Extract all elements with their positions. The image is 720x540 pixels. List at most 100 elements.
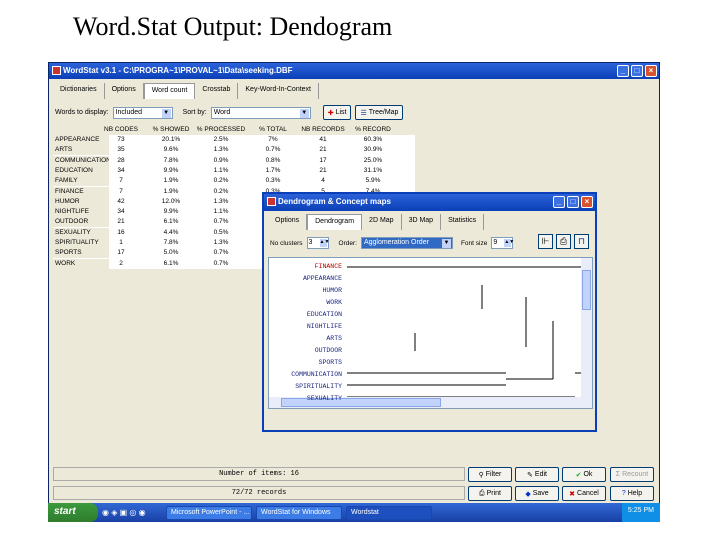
dendrogram-label: NIGHTLIFE bbox=[306, 323, 342, 330]
dendrogram-label: SPIRITUALITY bbox=[295, 383, 342, 390]
minimize-button[interactable]: _ bbox=[617, 65, 629, 77]
table-row[interactable]: EDUCATION 34 9.9% 1.1% 1.7% 21 31.1% bbox=[53, 165, 415, 176]
dendrogram-label: HUMOR bbox=[322, 287, 342, 294]
table-row[interactable]: ARTS 35 9.6% 1.3% 0.7% 21 30.9% bbox=[53, 145, 415, 156]
table-cell: 9.9% bbox=[163, 208, 179, 216]
window-title: WordStat v3.1 - C:\PROGRA~1\PROVAL~1\Dat… bbox=[63, 66, 293, 75]
tab-options[interactable]: Options bbox=[105, 83, 144, 99]
column-header[interactable]: % TOTAL bbox=[248, 125, 298, 135]
cancel-button[interactable]: ✖ Cancel bbox=[562, 486, 606, 501]
maximize-button[interactable]: □ bbox=[567, 196, 579, 208]
treemap-label: Tree/Map bbox=[368, 109, 399, 116]
table-cell: 2.5% bbox=[213, 136, 229, 143]
table-cell: 17 bbox=[117, 249, 125, 257]
column-header[interactable]: NB RECORDS bbox=[298, 125, 348, 135]
table-cell: 31.1% bbox=[363, 166, 383, 174]
quick-launch-icons[interactable]: ◉ ◈ ▣ ◎ ◉ bbox=[102, 508, 162, 517]
table-header: NB CODES% SHOWED% PROCESSED% TOTAL NB REC… bbox=[53, 125, 415, 135]
table-row[interactable]: FAMILY 7 1.9% 0.2% 0.3% 4 5.9% bbox=[53, 176, 415, 187]
words-select[interactable]: Included ▼ bbox=[112, 106, 173, 119]
dendrogram-icon[interactable]: ⊓ bbox=[574, 234, 589, 249]
table-cell: 2 bbox=[119, 259, 123, 267]
vertical-scrollbar[interactable] bbox=[581, 258, 592, 398]
list-button[interactable]: ✚ List bbox=[322, 105, 352, 120]
table-cell: 7% bbox=[268, 136, 278, 143]
list-label: List bbox=[335, 109, 347, 116]
table-cell: 0.2% bbox=[213, 177, 229, 185]
dendrogram-label: APPEARANCE bbox=[302, 275, 342, 282]
dendrogram-label: WORK bbox=[326, 299, 342, 306]
table-cell: 1.3% bbox=[213, 239, 229, 246]
column-header[interactable]: NB CODES bbox=[96, 125, 146, 135]
ok-label: Ok bbox=[583, 471, 593, 478]
dendrogram-label: ARTS bbox=[326, 335, 342, 342]
order-select[interactable]: Agglomeration Order ▼ bbox=[360, 237, 453, 249]
start-button[interactable]: start bbox=[48, 503, 98, 522]
maximize-button[interactable]: □ bbox=[631, 65, 643, 77]
table-row[interactable]: COMMUNICATION 28 7.8% 0.9% 0.8% 17 25.0% bbox=[53, 155, 415, 166]
clock: 5:25 PM bbox=[621, 503, 660, 522]
ok-button[interactable]: ✔ Ok bbox=[562, 467, 606, 482]
slide-title: Word.Stat Output: Dendogram bbox=[73, 12, 393, 41]
table-cell: 5.9% bbox=[365, 177, 381, 185]
help-button[interactable]: ? Help bbox=[610, 486, 654, 501]
table-cell: 25.0% bbox=[363, 156, 383, 164]
chevron-down-icon: ▼ bbox=[299, 108, 309, 118]
sort-label: Sort by: bbox=[182, 109, 207, 116]
table-cell: 1.3% bbox=[213, 146, 229, 154]
printer-icon: ⎙ bbox=[478, 489, 485, 497]
table-cell: 0.9% bbox=[213, 156, 229, 164]
edit-label: Edit bbox=[534, 471, 547, 478]
words-value: Included bbox=[115, 108, 143, 116]
check-icon: ✔ bbox=[575, 471, 582, 479]
font-size-stepper[interactable]: 9 ▲▼ bbox=[491, 237, 514, 249]
x-icon: ✖ bbox=[569, 490, 576, 498]
minimize-button[interactable]: _ bbox=[553, 196, 565, 208]
table-row[interactable]: APPEARANCE 73 20.1% 2.5% 7% 41 60.3% bbox=[53, 135, 415, 145]
font-size-label: Font size bbox=[460, 239, 488, 247]
close-button[interactable]: × bbox=[581, 196, 593, 208]
column-header[interactable]: % SHOWED bbox=[146, 125, 196, 135]
clusters-label: No clusters bbox=[270, 239, 303, 247]
tab-2d-map[interactable]: 2D Map bbox=[362, 214, 402, 230]
recount-button[interactable]: Σ Recount bbox=[610, 467, 654, 482]
dendrogram-label: FINANCE bbox=[314, 263, 342, 270]
tab-crosstab[interactable]: Crosstab bbox=[195, 83, 239, 99]
column-header[interactable]: % RECORD bbox=[348, 125, 398, 135]
save-button[interactable]: ◆ Save bbox=[515, 486, 559, 501]
tab-word-count[interactable]: Word count bbox=[143, 83, 196, 99]
table-cell: 1.3% bbox=[213, 197, 229, 205]
scroll-thumb[interactable] bbox=[281, 398, 441, 407]
print-button[interactable]: ⎙ Print bbox=[468, 486, 512, 501]
dendrogram-dialog: Dendrogram & Concept maps _ □ × Options De… bbox=[262, 192, 597, 432]
clusters-stepper[interactable]: 3 ▲▼ bbox=[306, 237, 329, 249]
tab-dendrogram[interactable]: Dendrogram bbox=[307, 214, 363, 230]
edit-icon: ✎ bbox=[527, 471, 533, 479]
tab-dictionaries[interactable]: Dictionaries bbox=[53, 83, 105, 99]
table-cell: 60.3% bbox=[363, 136, 383, 143]
table-cell: 6.1% bbox=[163, 218, 179, 226]
printer-icon[interactable]: ⎙ bbox=[556, 234, 571, 249]
task-wordstat-windows[interactable]: WordStat for Windows bbox=[256, 505, 342, 520]
tab-statistics[interactable]: Statistics bbox=[441, 214, 485, 230]
order-value: Agglomeration Order bbox=[363, 239, 429, 246]
table-cell: 41 bbox=[319, 136, 327, 143]
close-button[interactable]: × bbox=[645, 65, 657, 77]
tree-icon[interactable]: ⊩ bbox=[538, 234, 553, 249]
task-wordstat[interactable]: Wordstat bbox=[346, 505, 432, 520]
edit-button[interactable]: ✎ Edit bbox=[515, 467, 559, 482]
items-status: Number of items: 16 bbox=[53, 467, 465, 481]
sort-select[interactable]: Word ▼ bbox=[210, 106, 311, 119]
table-cell: 20.1% bbox=[161, 136, 181, 143]
table-cell: 34 bbox=[117, 208, 125, 216]
column-header[interactable]: % PROCESSED bbox=[196, 125, 246, 135]
filter-button[interactable]: ⚲ Filter bbox=[468, 467, 512, 482]
scroll-thumb[interactable] bbox=[582, 270, 591, 310]
tab-3d-map[interactable]: 3D Map bbox=[402, 214, 442, 230]
tab-options[interactable]: Options bbox=[268, 214, 308, 230]
task-powerpoint[interactable]: Microsoft PowerPoint - ... bbox=[166, 505, 252, 520]
table-cell: 1.9% bbox=[163, 177, 179, 185]
treemap-button[interactable]: ☰ Tree/Map bbox=[355, 105, 404, 120]
table-cell: 5.0% bbox=[163, 249, 179, 257]
tab-kwic[interactable]: Key-Word-In-Context bbox=[238, 83, 320, 99]
